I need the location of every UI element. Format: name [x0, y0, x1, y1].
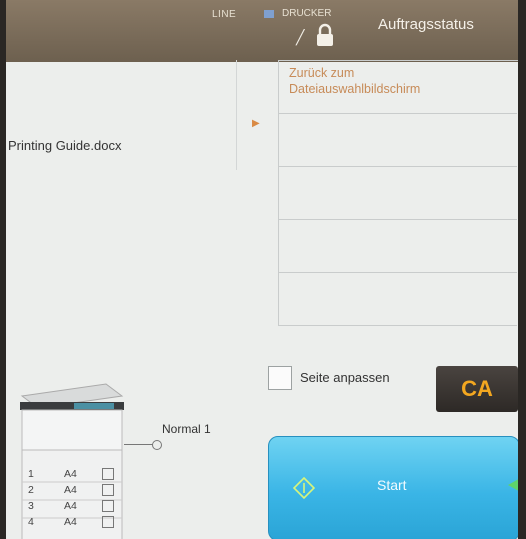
- tray-row[interactable]: 2 A4: [24, 482, 124, 498]
- play-arrow-icon: ▶: [252, 118, 260, 129]
- tray-number: 3: [28, 500, 34, 512]
- output-tray-pointer-icon: [152, 440, 162, 450]
- tray-paper-size: A4: [64, 468, 77, 480]
- tray-paper-size: A4: [64, 484, 77, 496]
- output-mode-label: Normal 1: [162, 422, 211, 436]
- start-button[interactable]: Start: [268, 436, 518, 539]
- tray-row[interactable]: 1 A4: [24, 466, 124, 482]
- lock-icon: [317, 23, 333, 46]
- printer-indicator: DRUCKER: [282, 8, 332, 19]
- clear-all-button[interactable]: CA: [436, 366, 518, 412]
- selected-file-name: Printing Guide.docx: [8, 138, 122, 153]
- tray-row[interactable]: 3 A4: [24, 498, 124, 514]
- green-arrow-icon: [508, 479, 518, 491]
- list-item[interactable]: [278, 273, 517, 326]
- tray-paper-level-icon: [102, 484, 114, 496]
- list-item[interactable]: [278, 114, 517, 167]
- key-icon: ╱: [296, 29, 305, 45]
- tray-number: 2: [28, 484, 34, 496]
- list-item[interactable]: [278, 167, 517, 220]
- column-divider: [236, 60, 237, 170]
- start-button-label: Start: [377, 477, 407, 493]
- tray-row[interactable]: 4 A4: [24, 514, 124, 530]
- start-diamond-icon: [293, 477, 315, 499]
- tray-number: 4: [28, 516, 34, 528]
- list-item[interactable]: [278, 220, 517, 273]
- file-list: Zurück zum Dateiauswahlbildschirm: [278, 60, 518, 347]
- tray-paper-level-icon: [102, 516, 114, 528]
- printer-indicator-icon: [264, 10, 274, 18]
- tray-paper-level-icon: [102, 468, 114, 480]
- top-status-bar: LINE DRUCKER ╱ Auftragsstatus: [6, 0, 518, 62]
- job-status-button[interactable]: Auftragsstatus: [378, 16, 474, 33]
- tray-paper-size: A4: [64, 516, 77, 528]
- tray-paper-level-icon: [102, 500, 114, 512]
- fit-page-checkbox[interactable]: [268, 366, 292, 390]
- line-indicator: LINE: [212, 9, 237, 20]
- list-item-back[interactable]: Zurück zum Dateiauswahlbildschirm: [278, 61, 517, 114]
- paper-tray-list: 1 A4 2 A4 3 A4 4 A4: [24, 466, 124, 530]
- printer-touch-screen: LINE DRUCKER ╱ Auftragsstatus Printing G…: [6, 0, 518, 539]
- tray-paper-size: A4: [64, 500, 77, 512]
- back-to-file-selection-link[interactable]: Zurück zum Dateiauswahlbildschirm: [289, 65, 420, 97]
- back-link-line2: Dateiauswahlbildschirm: [289, 82, 421, 96]
- fit-page-label: Seite anpassen: [300, 370, 390, 385]
- back-link-line1: Zurück zum: [289, 66, 355, 80]
- tray-number: 1: [28, 468, 34, 480]
